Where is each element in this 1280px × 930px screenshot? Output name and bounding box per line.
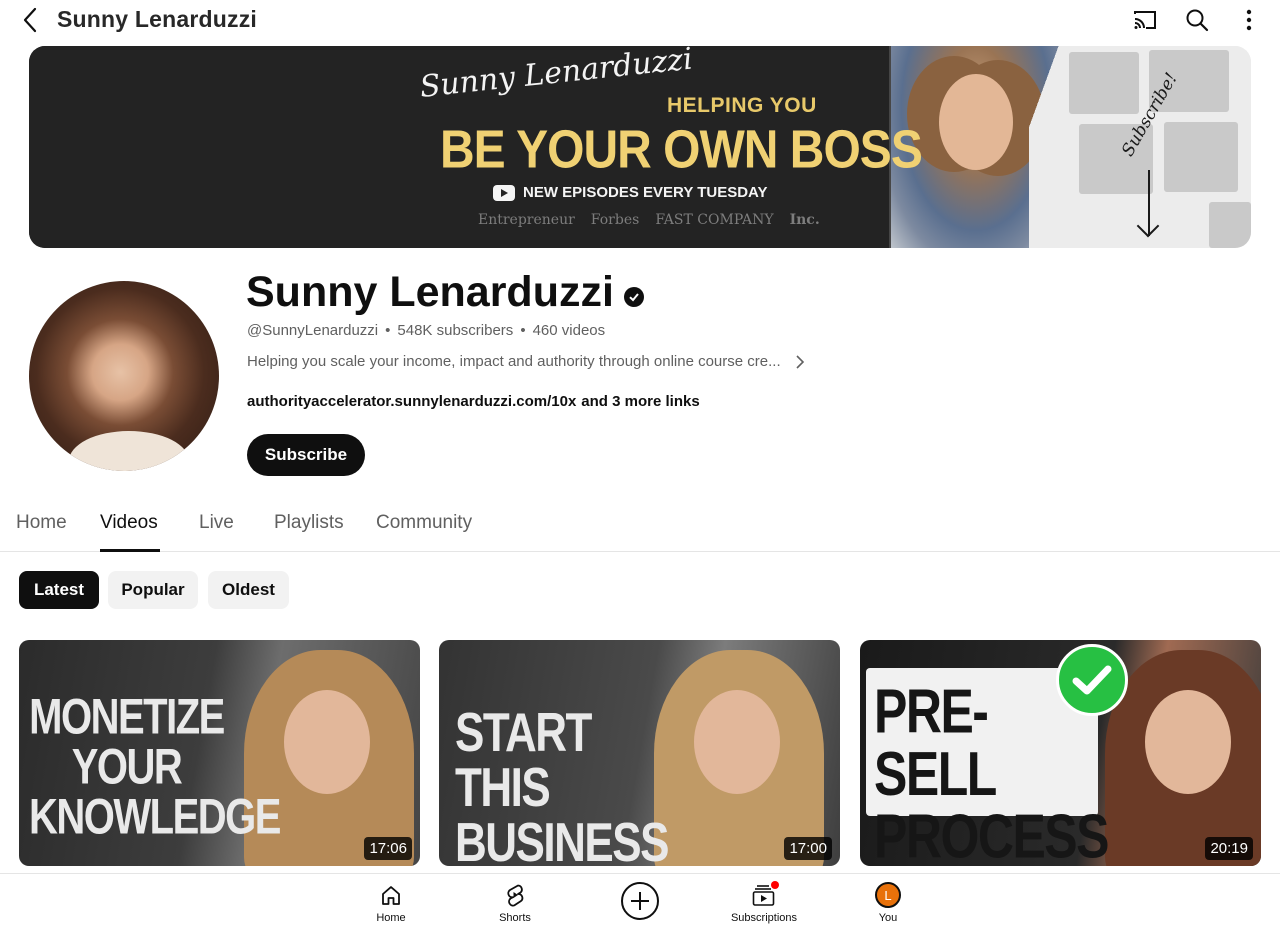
create-button[interactable] [619, 880, 661, 922]
more-vert-icon [1246, 9, 1252, 31]
verified-icon [623, 286, 644, 307]
video-count: 460 videos [532, 322, 606, 339]
nav-home[interactable]: Home [346, 882, 436, 924]
banner-headline: BE YOUR OWN BOSS [440, 120, 923, 180]
avatar: L [875, 882, 901, 908]
back-button[interactable] [16, 6, 44, 34]
tab-videos[interactable]: Videos [100, 512, 158, 534]
search-icon [1186, 9, 1209, 32]
search-button[interactable] [1182, 5, 1212, 35]
banner-episodes: NEW EPISODES EVERY TUESDAY [493, 184, 768, 201]
channel-tabs: Home Videos Live Playlists Community [0, 502, 1280, 552]
channel-link[interactable]: authorityaccelerator.sunnylenarduzzi.com… [247, 393, 576, 410]
checkmark-icon [1056, 644, 1128, 716]
tab-playlists[interactable]: Playlists [274, 512, 344, 534]
channel-name: Sunny Lenarduzzi [246, 268, 644, 317]
chip-popular[interactable]: Popular [108, 571, 198, 609]
nav-shorts[interactable]: Shorts [470, 882, 560, 924]
thumbnail-person [654, 650, 824, 866]
channel-description-text: Helping you scale your income, impact an… [247, 353, 781, 370]
channel-links[interactable]: authorityaccelerator.sunnylenarduzzi.com… [247, 393, 700, 410]
thumbnail-person [1105, 650, 1261, 866]
create-icon [621, 882, 659, 920]
page-title: Sunny Lenarduzzi [57, 6, 257, 32]
chip-latest[interactable]: Latest [19, 571, 99, 609]
banner-tagline: HELPING YOU [667, 94, 817, 117]
video-duration: 20:19 [1205, 837, 1253, 860]
bottom-navigation: Home Shorts Subscriptions L You [0, 873, 1280, 930]
channel-description[interactable]: Helping you scale your income, impact an… [247, 353, 805, 370]
thumbnail-text: PRE-SELL PROCESS [874, 676, 1110, 866]
separator-dot: • [520, 322, 526, 339]
tab-live[interactable]: Live [199, 512, 234, 534]
nav-you[interactable]: L You [843, 882, 933, 924]
thumbnail-text: START THIS BUSINESS [455, 702, 669, 866]
notification-dot [771, 881, 779, 889]
video-duration: 17:00 [784, 837, 832, 860]
press-logo: Forbes [590, 212, 640, 228]
back-icon [23, 7, 37, 33]
video-thumbnail[interactable]: PRE-SELL PROCESS 20:19 [860, 640, 1261, 866]
press-logo: Entrepreneur [478, 212, 575, 228]
channel-meta: @SunnyLenarduzzi • 548K subscribers • 46… [247, 322, 605, 339]
nav-label: Subscriptions [730, 912, 798, 924]
nav-subscriptions[interactable]: Subscriptions [719, 881, 809, 924]
channel-name-text: Sunny Lenarduzzi [246, 268, 614, 316]
video-thumbnail[interactable]: MONETIZE YOUR KNOWLEDGE 17:06 [19, 640, 420, 866]
channel-avatar[interactable] [29, 281, 219, 471]
thumbnail-text: MONETIZE YOUR KNOWLEDGE [29, 689, 281, 845]
home-icon [382, 886, 400, 905]
chip-oldest[interactable]: Oldest [208, 571, 289, 609]
top-bar: Sunny Lenarduzzi [0, 0, 1280, 42]
nav-label: Shorts [499, 912, 531, 924]
tab-home[interactable]: Home [16, 512, 67, 534]
more-button[interactable] [1234, 5, 1264, 35]
banner-press-logos: Entrepreneur Forbes FAST COMPANY Inc. [478, 212, 820, 228]
banner-episodes-text: NEW EPISODES EVERY TUESDAY [523, 184, 768, 201]
cast-button[interactable] [1130, 5, 1160, 35]
more-links[interactable]: and 3 more links [581, 393, 699, 410]
press-logo: Inc. [789, 212, 820, 228]
video-duration: 17:06 [364, 837, 412, 860]
press-logo: FAST COMPANY [655, 212, 774, 228]
youtube-logo-icon [493, 184, 515, 201]
tab-community[interactable]: Community [376, 512, 472, 534]
channel-handle: @SunnyLenarduzzi [247, 322, 379, 339]
shorts-icon [507, 884, 524, 907]
nav-label: You [878, 912, 898, 924]
active-tab-indicator [100, 549, 160, 552]
chevron-right-icon [796, 354, 804, 369]
separator-dot: • [385, 322, 391, 339]
video-thumbnail[interactable]: START THIS BUSINESS 17:00 [439, 640, 840, 866]
subscribe-button[interactable]: Subscribe [247, 434, 365, 476]
nav-label: Home [376, 912, 406, 924]
subscriber-count: 548K subscribers [397, 322, 514, 339]
cast-icon [1134, 11, 1156, 29]
banner-down-arrow-icon [1148, 170, 1150, 236]
